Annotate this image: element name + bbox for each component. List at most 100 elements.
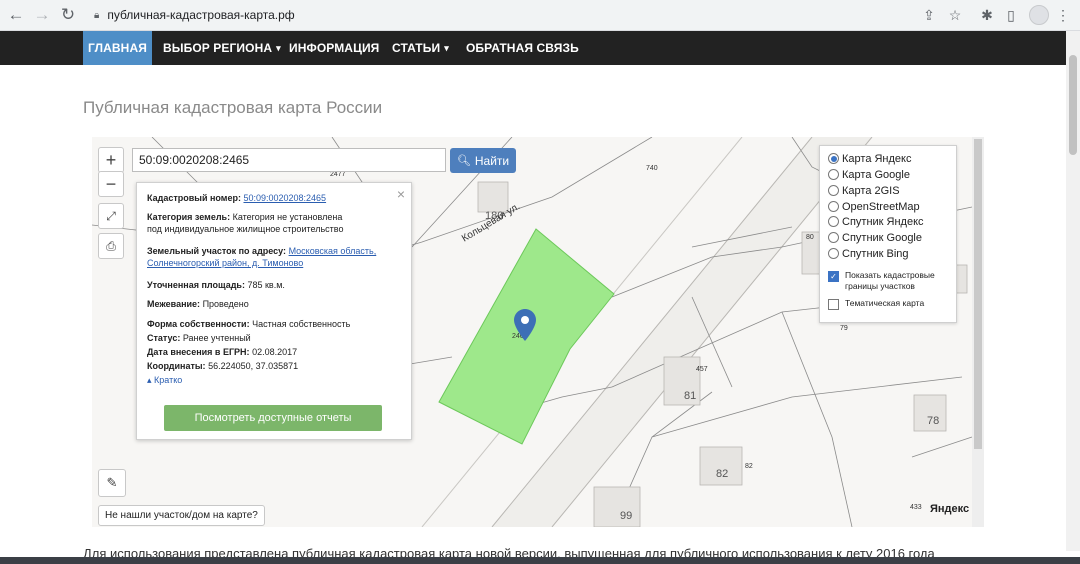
- layer-option-yandex-satellite[interactable]: Спутник Яндекс: [828, 214, 924, 229]
- nav-feedback-label: ОБРАТНАЯ СВЯЗЬ: [466, 41, 579, 55]
- coordinates-row: Координаты: 56.224050, 37.035871: [147, 360, 403, 372]
- side-panel-icon[interactable]: ▯: [1000, 4, 1022, 26]
- reload-icon[interactable]: ↻: [56, 3, 80, 27]
- land-category-row: Категория земель: Категория не установле…: [147, 211, 403, 235]
- address-label: Земельный участок по адресу:: [147, 246, 287, 256]
- location-pin-icon[interactable]: [514, 309, 536, 341]
- layer-option-label: Карта Яндекс: [842, 152, 912, 165]
- thematic-map-toggle[interactable]: Тематическая карта: [828, 298, 924, 310]
- layer-option-label: Карта 2GIS: [842, 184, 900, 197]
- chevron-up-icon: ▴: [147, 375, 152, 385]
- ownership-value: Частная собственность: [252, 319, 351, 329]
- share-icon[interactable]: ⇪: [918, 4, 940, 26]
- layer-option-yandex-map[interactable]: Карта Яндекс: [828, 151, 911, 166]
- collapse-link-label: Кратко: [154, 375, 183, 385]
- layer-option-bing-satellite[interactable]: Спутник Bing: [828, 246, 909, 261]
- cadastral-number-row: Кадастровый номер: 50:09:0020208:2465: [147, 192, 403, 204]
- layer-option-label: Спутник Google: [842, 231, 922, 244]
- zoom-out-button[interactable]: −: [98, 171, 124, 197]
- radio-selected-icon: [828, 153, 839, 164]
- chevron-down-icon: ▾: [276, 42, 281, 53]
- survey-value: Проведено: [202, 299, 249, 309]
- menu-dots-icon[interactable]: ⋮: [1052, 4, 1074, 26]
- address-link-2[interactable]: Солнечногорский район, д. Тимоново: [147, 258, 303, 268]
- radio-icon: [828, 169, 839, 180]
- browser-toolbar: ← → ↻ 🔒︎ публичная-кадастровая-карта.рф …: [0, 0, 1080, 31]
- status-label: Статус:: [147, 333, 181, 343]
- show-cadastral-borders-label: Показать кадастровые границы участков: [845, 270, 935, 292]
- page-scrollbar[interactable]: [1066, 31, 1080, 551]
- land-category-value: Категория не установлена: [232, 212, 343, 222]
- cadastral-number-link[interactable]: 50:09:0020208:2465: [243, 193, 326, 203]
- area-row: Уточненная площадь: 785 кв.м.: [147, 279, 403, 291]
- print-icon[interactable]: ⎙: [98, 233, 124, 259]
- url-text: публичная-кадастровая-карта.рф: [107, 8, 295, 22]
- back-icon[interactable]: ←: [4, 3, 28, 27]
- extensions-icon[interactable]: ✱: [976, 4, 998, 26]
- nav-region[interactable]: ВЫБОР РЕГИОНА ▾: [163, 31, 281, 65]
- address-bar[interactable]: 🔒︎ публичная-кадастровая-карта.рф: [88, 3, 980, 27]
- nav-home[interactable]: ГЛАВНАЯ: [83, 31, 152, 65]
- fullscreen-icon[interactable]: ⤢: [98, 203, 124, 229]
- building-number: 81: [684, 390, 697, 402]
- bookmark-star-icon[interactable]: ☆: [944, 4, 966, 26]
- building-number: 82: [716, 468, 729, 480]
- land-category-value-2: под индивидуальное жилищное строительств…: [147, 224, 344, 234]
- map-scrollbar-thumb[interactable]: [974, 139, 982, 449]
- layer-option-label: Спутник Яндекс: [842, 215, 924, 228]
- checkbox-icon: [828, 299, 839, 310]
- egrn-date-row: Дата внесения в ЕГРН: 02.08.2017: [147, 346, 403, 358]
- site-navigation: ГЛАВНАЯ ВЫБОР РЕГИОНА ▾ ИНФОРМАЦИЯ СТАТЬ…: [0, 31, 1066, 65]
- status-value: Ранее учтенный: [182, 333, 251, 343]
- show-cadastral-borders-toggle[interactable]: ✓ Показать кадастровые границы участков: [828, 270, 935, 292]
- survey-label: Межевание:: [147, 299, 201, 309]
- layer-option-2gis-map[interactable]: Карта 2GIS: [828, 183, 900, 198]
- plot-number: 82: [745, 463, 753, 470]
- address-link[interactable]: Московская область,: [289, 246, 377, 256]
- radio-icon: [828, 232, 839, 243]
- layer-option-google-satellite[interactable]: Спутник Google: [828, 230, 922, 245]
- egrn-date-label: Дата внесения в ЕГРН:: [147, 347, 250, 357]
- plot-number: 740: [646, 165, 658, 172]
- search-button[interactable]: 🔍︎ Найти: [450, 148, 516, 173]
- radio-icon: [828, 216, 839, 227]
- cadastral-map[interactable]: 2477 740 180 80 79 457 81 78 82 82 99 43…: [92, 137, 984, 527]
- plot-number: 2477: [330, 171, 346, 178]
- os-taskbar: [0, 557, 1080, 564]
- plot-number: 79: [840, 325, 848, 332]
- egrn-date-value: 02.08.2017: [252, 347, 298, 357]
- view-reports-button[interactable]: Посмотреть доступные отчеты: [164, 405, 382, 431]
- radio-icon: [828, 185, 839, 196]
- nav-info[interactable]: ИНФОРМАЦИЯ: [289, 31, 379, 65]
- page-scrollbar-thumb[interactable]: [1069, 55, 1077, 155]
- plot-number: 80: [806, 234, 814, 241]
- ruler-icon[interactable]: ✎: [98, 469, 126, 497]
- forward-icon[interactable]: →: [30, 3, 54, 27]
- building-number: 78: [927, 415, 940, 427]
- land-category-label: Категория земель:: [147, 212, 231, 222]
- nav-info-label: ИНФОРМАЦИЯ: [289, 41, 380, 55]
- coordinates-value: 56.224050, 37.035871: [208, 361, 299, 371]
- layer-option-label: OpenStreetMap: [842, 200, 920, 213]
- profile-avatar[interactable]: [1029, 5, 1049, 25]
- parcel-info-popup: × Кадастровый номер: 50:09:0020208:2465 …: [136, 182, 412, 440]
- layer-option-osm[interactable]: OpenStreetMap: [828, 199, 920, 214]
- plot-number: 457: [696, 366, 708, 373]
- zoom-in-button[interactable]: +: [98, 147, 124, 173]
- collapse-link[interactable]: ▴ Кратко: [147, 375, 182, 385]
- area-label: Уточненная площадь:: [147, 280, 245, 290]
- map-layer-panel: Карта Яндекс Карта Google Карта 2GIS Ope…: [819, 145, 957, 323]
- address-row: Земельный участок по адресу: Московская …: [147, 245, 403, 269]
- cadastral-search-input[interactable]: [132, 148, 446, 172]
- page-title: Публичная кадастровая карта России: [83, 98, 383, 117]
- ownership-label: Форма собственности:: [147, 319, 250, 329]
- area-value: 785 кв.м.: [247, 280, 285, 290]
- layer-option-google-map[interactable]: Карта Google: [828, 167, 910, 182]
- collapse-row: ▴ Кратко: [147, 374, 403, 386]
- yandex-logo: Яндекс: [930, 503, 970, 515]
- nav-articles[interactable]: СТАТЬИ ▾: [392, 31, 449, 65]
- nav-feedback[interactable]: ОБРАТНАЯ СВЯЗЬ: [466, 31, 579, 65]
- status-row: Статус: Ранее учтенный: [147, 332, 403, 344]
- not-found-button[interactable]: Не нашли участок/дом на карте?: [98, 505, 265, 526]
- map-scrollbar[interactable]: [972, 137, 984, 527]
